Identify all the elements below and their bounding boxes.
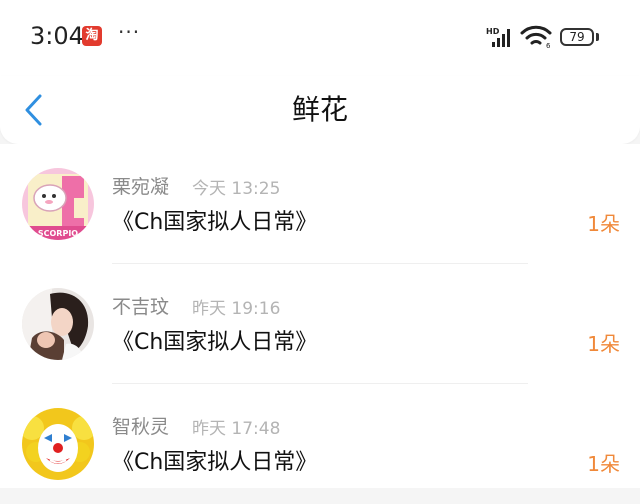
battery-indicator: 79 [560, 28, 594, 46]
svg-text:6: 6 [546, 42, 551, 48]
avatar[interactable]: SCORPIO [22, 168, 94, 240]
taobao-app-icon: 淘 [82, 26, 102, 46]
flower-count: 1朵 [587, 212, 620, 236]
list-item[interactable]: 不吉玟 昨天 19:16 《Ch国家拟人日常》 1朵 [0, 264, 640, 384]
list-item[interactable]: 智秋灵 昨天 17:48 《Ch国家拟人日常》 1朵 [0, 384, 640, 504]
status-bar: 3:04 淘 ··· HD 6 79 [0, 0, 640, 76]
hd-label: HD [486, 27, 500, 36]
send-time: 昨天 19:16 [192, 299, 281, 319]
wifi-icon: 6 [520, 25, 552, 48]
battery-level: 79 [569, 30, 585, 44]
avatar[interactable] [22, 408, 94, 480]
nav-bar: 鲜花 [0, 76, 640, 144]
sender-name[interactable]: 不吉玟 [112, 292, 169, 319]
list-item[interactable]: SCORPIO 栗宛凝 今天 13:25 《Ch国家拟人日常》 1朵 [0, 144, 640, 264]
avatar-couple-photo [22, 288, 94, 360]
more-notifications-icon: ··· [118, 20, 141, 44]
battery-cap [596, 33, 599, 41]
work-title[interactable]: 《Ch国家拟人日常》 [112, 444, 317, 476]
sender-name[interactable]: 栗宛凝 [112, 172, 169, 199]
clock-time: 3:04 [30, 22, 84, 50]
send-time: 昨天 17:48 [192, 419, 281, 439]
flower-gift-list: SCORPIO 栗宛凝 今天 13:25 《Ch国家拟人日常》 1朵 不吉玟 昨… [0, 144, 640, 488]
work-title[interactable]: 《Ch国家拟人日常》 [112, 204, 317, 236]
cell-signal-icon: HD [486, 27, 510, 47]
avatar-clown-image [22, 408, 94, 480]
avatar[interactable] [22, 288, 94, 360]
sender-name[interactable]: 智秋灵 [112, 412, 169, 439]
scorpio-label: SCORPIO [38, 229, 78, 238]
page-title: 鲜花 [291, 93, 348, 126]
flower-count: 1朵 [587, 452, 620, 476]
avatar-scorpio-image: SCORPIO [22, 168, 94, 240]
flower-count: 1朵 [587, 332, 620, 356]
work-title[interactable]: 《Ch国家拟人日常》 [112, 324, 317, 356]
send-time: 今天 13:25 [192, 179, 281, 199]
